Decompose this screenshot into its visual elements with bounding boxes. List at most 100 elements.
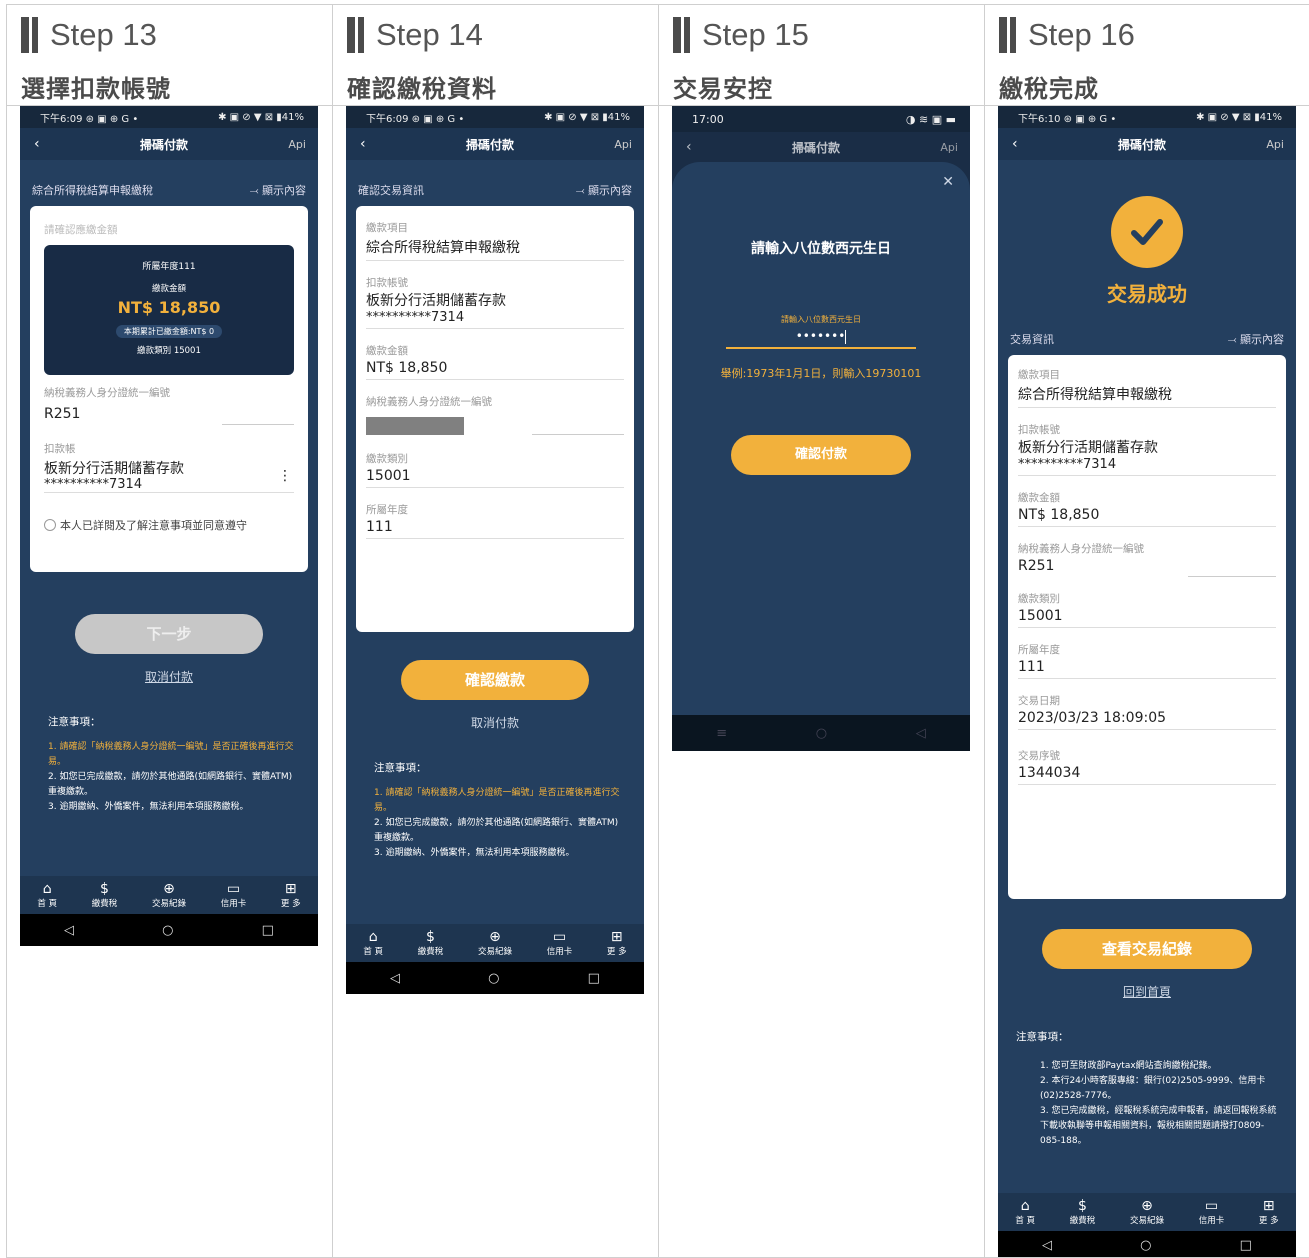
id-underline: [1188, 559, 1276, 577]
nav-pay[interactable]: $ 繳費稅: [418, 929, 444, 957]
show-content-toggle[interactable]: ⤙ 顯示內容: [1228, 331, 1284, 347]
nav-card[interactable]: ▭ 信用卡: [1199, 1198, 1225, 1226]
show-content-toggle[interactable]: ⤙ 顯示內容: [576, 182, 632, 198]
nav-more[interactable]: ⊞ 更 多: [281, 881, 301, 909]
nav-records[interactable]: ⊕ 交易紀錄: [1130, 1198, 1164, 1226]
recent-nav-icon[interactable]: □: [588, 971, 600, 986]
back-nav-icon[interactable]: ◁: [390, 971, 400, 986]
nav-label: 交易紀錄: [477, 947, 512, 957]
home-nav-icon[interactable]: ○: [1140, 1238, 1151, 1253]
agree-row[interactable]: 本人已詳閱及了解注意事項並同意遵守: [44, 517, 294, 533]
nav-home[interactable]: ⌂ 首 頁: [37, 881, 57, 909]
home-icon: ⌂: [42, 881, 52, 897]
step-header-13: Step 13 選擇扣款帳號: [7, 5, 333, 106]
field-value: 板新分行活期儲蓄存款: [366, 293, 506, 309]
recent-nav-icon[interactable]: □: [262, 923, 274, 938]
system-bar: ≡ ○ ◁: [672, 715, 970, 751]
note-item: 2. 本行24小時客服專線：銀行(02)2505-9999、信用卡(02)252…: [1040, 1076, 1266, 1101]
notes-title: 注意事項：: [374, 762, 427, 774]
confirm-pay-button[interactable]: 確認繳款: [401, 660, 589, 700]
account-number: **********7314: [44, 477, 143, 492]
dollar-icon: $: [426, 929, 435, 945]
bar-icon: [1010, 17, 1016, 53]
more-icon[interactable]: ⋮: [278, 468, 292, 484]
step14-panel: 下午6:09 ⊛ ▣ ⊕ G • ✱ ▣ ⊘ ▼ ⊠ ▮41% ‹ 掃碼付款 Api …: [333, 106, 659, 1258]
home-link[interactable]: 回到首頁: [998, 983, 1296, 1000]
birthday-input[interactable]: •••••••: [726, 329, 916, 349]
back-icon[interactable]: ‹: [360, 136, 366, 152]
field-value: R251: [1018, 558, 1055, 574]
notes-title: 注意事項：: [48, 716, 101, 728]
field-value: 111: [1018, 657, 1276, 679]
nav-home[interactable]: ⌂ 首 頁: [1015, 1198, 1035, 1226]
bar-icon: [32, 17, 38, 53]
field-value: **********7314: [366, 310, 624, 329]
note-item: 1. 您可至財政部Paytax網站查詢繳稅紀錄。: [1040, 1061, 1217, 1071]
field-label: 扣款帳號: [1018, 424, 1060, 436]
home-nav-icon[interactable]: ○: [162, 923, 173, 938]
nav-home[interactable]: ⌂ 首 頁: [363, 929, 383, 957]
step-label: Step 14: [376, 17, 483, 52]
back-nav-icon[interactable]: ◁: [64, 923, 74, 938]
auth-sheet: ✕ 請輸入八位數西元生日 請輸入八位數西元生日 ••••••• 舉例:1973年…: [672, 162, 970, 715]
notes: 注意事項： 1. 您可至財政部Paytax網站查詢繳稅紀錄。 2. 本行24小時…: [998, 1030, 1296, 1149]
status-time: 下午6:10: [1018, 113, 1061, 125]
account-select[interactable]: 板新分行活期儲蓄存款 **********7314 ⋮: [44, 458, 294, 493]
success-title: 交易成功: [1107, 282, 1187, 306]
bottom-nav: ⌂ 首 頁 $ 繳費稅 ⊕ 交易紀錄 ▭ 信用卡 ⊞ 更 多: [346, 924, 644, 962]
nav-label: 首 頁: [1015, 1216, 1036, 1226]
recent-nav-icon[interactable]: □: [1240, 1238, 1252, 1253]
card-icon: ▭: [552, 929, 567, 945]
bar-icon: [684, 17, 690, 53]
birthday-input-label: 請輸入八位數西元生日: [781, 315, 861, 324]
nav-pay[interactable]: $ 繳費稅: [92, 881, 118, 909]
menu-nav-icon[interactable]: ≡: [716, 726, 727, 741]
app-bar: ‹ 掃碼付款 Api: [346, 128, 644, 160]
confirm-pay-button[interactable]: 確認付款: [731, 435, 911, 475]
agree-radio[interactable]: [44, 519, 56, 531]
status-time: 下午6:09: [40, 113, 83, 125]
nav-records[interactable]: ⊕ 交易紀錄: [152, 881, 186, 909]
nav-more[interactable]: ⊞ 更 多: [1259, 1198, 1279, 1226]
field-label: 交易日期: [1018, 695, 1060, 707]
step-title: 確認繳稅資料: [347, 75, 497, 103]
cancel-link[interactable]: 取消付款: [20, 668, 318, 685]
nav-label: 更 多: [1258, 1216, 1279, 1226]
status-bar: 下午6:10 ⊛ ▣ ⊕ G • ✱ ▣ ⊘ ▼ ⊠ ▮41%: [998, 106, 1296, 128]
close-icon[interactable]: ✕: [942, 174, 954, 190]
back-icon[interactable]: ‹: [686, 139, 692, 155]
back-icon[interactable]: ‹: [1012, 136, 1018, 152]
year-text: 所屬年度111: [142, 262, 196, 272]
dollar-icon: $: [1078, 1198, 1087, 1214]
show-content-toggle[interactable]: ⤙ 顯示內容: [250, 182, 306, 198]
next-button[interactable]: 下一步: [75, 614, 263, 654]
back-nav-icon[interactable]: ◁: [1042, 1238, 1052, 1253]
home-nav-icon[interactable]: ○: [488, 971, 499, 986]
nav-records[interactable]: ⊕ 交易紀錄: [478, 929, 512, 957]
notes: 注意事項： 1. 請確認「納稅義務人身分證統一編號」是否正確後再進行交易。 2.…: [346, 761, 644, 861]
nav-more[interactable]: ⊞ 更 多: [607, 929, 627, 957]
bar-icon: [673, 17, 681, 53]
id-row: [366, 417, 624, 435]
nav-card[interactable]: ▭ 信用卡: [221, 881, 247, 909]
note-item: 3. 您已完成繳稅，經報稅系統完成申報者，請返回報稅系統下載收執聯等申報相關資料…: [1040, 1106, 1277, 1146]
home-nav-icon[interactable]: ○: [816, 726, 827, 741]
field-label: 交易序號: [1018, 750, 1060, 762]
field-label: 繳款類別: [366, 453, 408, 465]
field-label: 所屬年度: [366, 504, 408, 516]
system-bar: ◁ ○ □: [346, 962, 644, 994]
nav-label: 更 多: [280, 899, 301, 909]
nav-pay[interactable]: $ 繳費稅: [1070, 1198, 1096, 1226]
id-value: R251: [44, 406, 81, 422]
api-label: Api: [288, 137, 306, 151]
nav-label: 交易紀錄: [151, 899, 186, 909]
field-label: 繳款項目: [1018, 369, 1060, 381]
cancel-link[interactable]: 取消付款: [346, 714, 644, 731]
view-records-button[interactable]: 查看交易紀錄: [1042, 929, 1252, 969]
card-icon: ▭: [1204, 1198, 1219, 1214]
status-bar: 下午6:09 ⊛ ▣ ⊕ G • ✱ ▣ ⊘ ▼ ⊠ ▮41%: [346, 106, 644, 128]
nav-card[interactable]: ▭ 信用卡: [547, 929, 573, 957]
back-icon[interactable]: ‹: [34, 136, 40, 152]
back-nav-icon[interactable]: ◁: [916, 726, 926, 741]
example-text: 舉例:1973年1月1日，則輸入19730101: [720, 367, 922, 380]
